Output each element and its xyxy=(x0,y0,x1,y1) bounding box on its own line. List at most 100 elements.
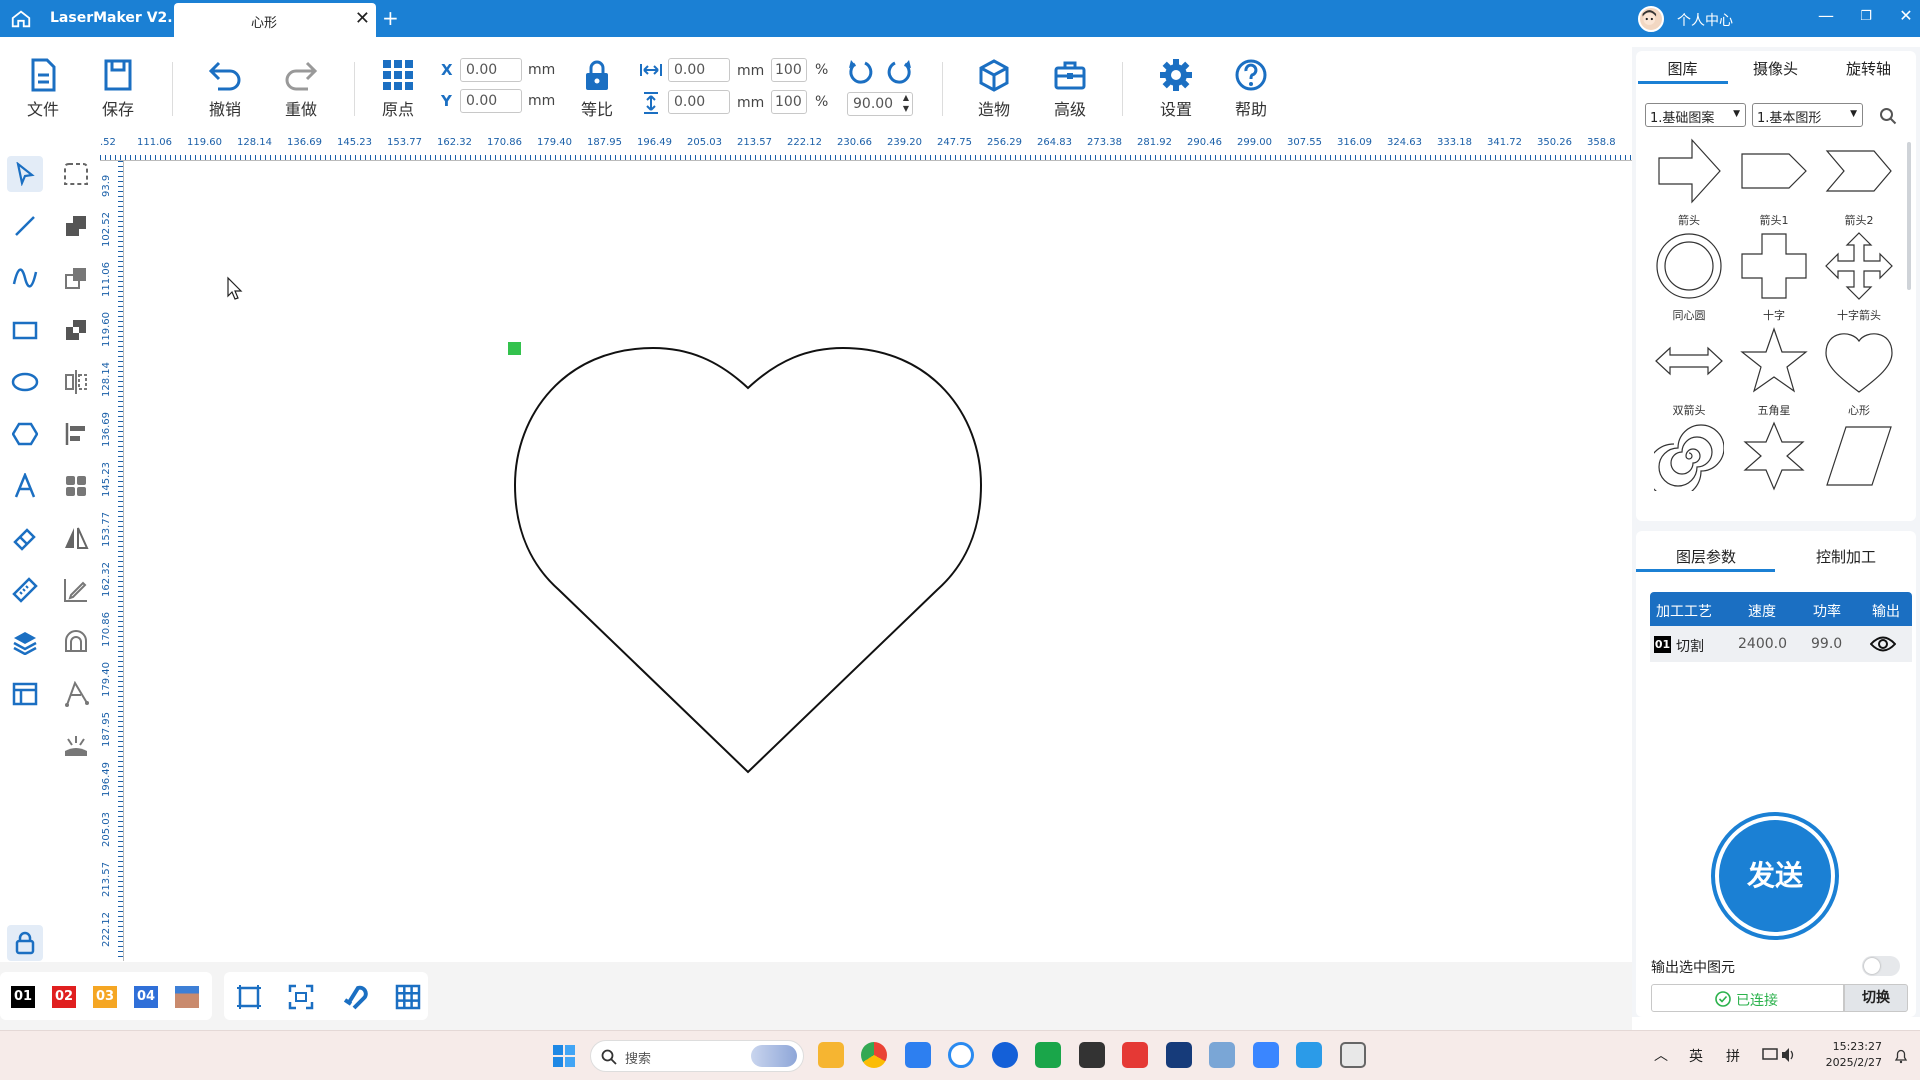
intersect-tool[interactable] xyxy=(58,312,94,348)
union-tool[interactable] xyxy=(58,208,94,244)
layer-03-button[interactable]: 03 xyxy=(93,986,117,1008)
height-input[interactable] xyxy=(668,90,730,114)
layer-02-button[interactable]: 02 xyxy=(52,986,76,1008)
shape-parallelogram[interactable] xyxy=(1819,421,1899,495)
align-tool[interactable] xyxy=(58,416,94,452)
fit-frame-icon[interactable] xyxy=(236,984,262,1010)
text-tool[interactable] xyxy=(7,468,43,504)
shape-double-arrow[interactable]: 双箭头 xyxy=(1649,326,1729,418)
app-store-icon[interactable] xyxy=(905,1042,931,1068)
wps-icon[interactable] xyxy=(1122,1042,1148,1068)
eraser-tool[interactable] xyxy=(7,520,43,556)
undo-button[interactable]: 撤销 xyxy=(195,58,255,120)
width-percent-input[interactable] xyxy=(771,58,807,82)
tool-app-icon[interactable] xyxy=(1079,1042,1105,1068)
maximize-icon[interactable]: ❐ xyxy=(1851,9,1881,24)
windows-start-icon[interactable] xyxy=(552,1044,576,1068)
ime-english-indicator[interactable]: 英 xyxy=(1689,1046,1703,1066)
send-button[interactable]: 发送 xyxy=(1719,820,1831,932)
width-input[interactable] xyxy=(668,58,730,82)
ime-pinyin-indicator[interactable]: 拼 xyxy=(1726,1046,1740,1066)
tray-chevron-up-icon[interactable]: ︿ xyxy=(1654,1045,1668,1065)
subcategory-select[interactable]: 1.基本图形 ▼ xyxy=(1752,103,1863,127)
height-percent-input[interactable] xyxy=(771,90,807,114)
eye-icon[interactable] xyxy=(1870,635,1896,653)
layout-tool[interactable] xyxy=(7,676,43,712)
rotation-input[interactable]: 90.00 ▲ ▼ xyxy=(847,92,913,116)
laser-tool[interactable] xyxy=(58,728,94,764)
array-tool[interactable] xyxy=(58,468,94,504)
image-layer-button[interactable] xyxy=(175,986,199,1008)
shape-hexagram[interactable] xyxy=(1734,421,1814,495)
minimize-icon[interactable]: — xyxy=(1811,6,1841,25)
ellipse-tool[interactable] xyxy=(7,364,43,400)
subtract-tool[interactable] xyxy=(58,260,94,296)
shape-cross[interactable]: 十字 xyxy=(1734,231,1814,323)
design-canvas[interactable] xyxy=(124,162,1632,960)
document-tab[interactable]: 心形 ✕ xyxy=(174,3,376,37)
v-app-icon[interactable] xyxy=(1166,1042,1192,1068)
curve-tool[interactable] xyxy=(7,260,43,296)
chrome-icon[interactable] xyxy=(861,1042,887,1068)
monitor-app-icon[interactable] xyxy=(1209,1042,1235,1068)
settings-button[interactable]: 设置 xyxy=(1146,58,1206,120)
shape-arrow-2[interactable]: 箭头2 xyxy=(1819,136,1899,228)
shape-arrow-1[interactable]: 箭头1 xyxy=(1734,136,1814,228)
file-explorer-icon[interactable] xyxy=(818,1042,844,1068)
mirror-tool[interactable] xyxy=(58,364,94,400)
user-center-link[interactable]: 个人中心 xyxy=(1677,10,1733,30)
x-position-input[interactable] xyxy=(460,58,522,82)
help-button[interactable]: 帮助 xyxy=(1221,58,1281,120)
layers-tool[interactable] xyxy=(7,624,43,660)
line-tool[interactable] xyxy=(7,208,43,244)
proportional-lock-button[interactable]: 等比 xyxy=(567,58,627,120)
clock-time[interactable]: 15:23:27 xyxy=(1822,1040,1882,1053)
flip-tool[interactable] xyxy=(58,520,94,556)
focus-selection-icon[interactable] xyxy=(288,984,314,1010)
switch-button[interactable]: 切换 xyxy=(1844,984,1908,1012)
search-icon[interactable] xyxy=(1879,107,1897,125)
k-app-icon[interactable] xyxy=(992,1042,1018,1068)
node-edit-tool[interactable] xyxy=(58,156,94,192)
path-tool[interactable] xyxy=(58,676,94,712)
draw-tool[interactable] xyxy=(58,572,94,608)
canvas-lock-button[interactable] xyxy=(7,925,43,961)
shape-star[interactable]: 五角星 xyxy=(1734,326,1814,418)
measure-tool[interactable] xyxy=(7,572,43,608)
close-window-icon[interactable]: ✕ xyxy=(1891,6,1920,25)
category-select[interactable]: 1.基础图案 ▼ xyxy=(1645,103,1746,127)
home-icon[interactable] xyxy=(10,8,32,30)
magnet-snap-icon[interactable] xyxy=(342,984,368,1010)
shape-arrow[interactable]: 箭头 xyxy=(1649,136,1729,228)
redo-button[interactable]: 重做 xyxy=(271,58,331,120)
shape-spiral[interactable] xyxy=(1646,421,1729,499)
tab-library[interactable]: 图库 xyxy=(1636,58,1729,79)
file-button[interactable]: 文件 xyxy=(13,58,73,120)
notification-bell-icon[interactable] xyxy=(1893,1048,1909,1064)
search-app-icon[interactable] xyxy=(948,1042,974,1068)
tab-control-process[interactable]: 控制加工 xyxy=(1776,546,1916,567)
save-button[interactable]: 保存 xyxy=(88,58,148,120)
clock-date[interactable]: 2025/2/27 xyxy=(1822,1056,1882,1069)
rotate-ccw-icon[interactable] xyxy=(847,58,875,86)
capture-app-icon[interactable] xyxy=(1253,1042,1279,1068)
origin-button[interactable]: 原点 xyxy=(368,58,428,120)
avatar[interactable] xyxy=(1638,6,1664,32)
spreadsheet-icon[interactable] xyxy=(1035,1042,1061,1068)
select-tool[interactable] xyxy=(7,156,43,192)
layer-01-button[interactable]: 01 xyxy=(11,986,35,1008)
shape-cross-arrow[interactable]: 十字箭头 xyxy=(1819,231,1899,323)
taskbar-search-box[interactable]: 搜索 xyxy=(590,1040,804,1072)
lasermaker-taskbar-icon[interactable] xyxy=(1296,1042,1322,1068)
close-tab-icon[interactable]: ✕ xyxy=(355,8,370,29)
polygon-tool[interactable] xyxy=(7,416,43,452)
tab-rotary-axis[interactable]: 旋转轴 xyxy=(1822,58,1915,79)
grid-icon[interactable] xyxy=(395,984,421,1010)
offset-tool[interactable] xyxy=(58,624,94,660)
rotation-spinner-icon[interactable]: ▲ ▼ xyxy=(903,92,909,114)
rectangle-tool[interactable] xyxy=(7,312,43,348)
network-volume-icon[interactable] xyxy=(1762,1047,1796,1063)
tab-layer-params[interactable]: 图层参数 xyxy=(1636,546,1776,567)
shape-heart[interactable]: 心形 xyxy=(1819,326,1899,418)
layer-04-button[interactable]: 04 xyxy=(134,986,158,1008)
